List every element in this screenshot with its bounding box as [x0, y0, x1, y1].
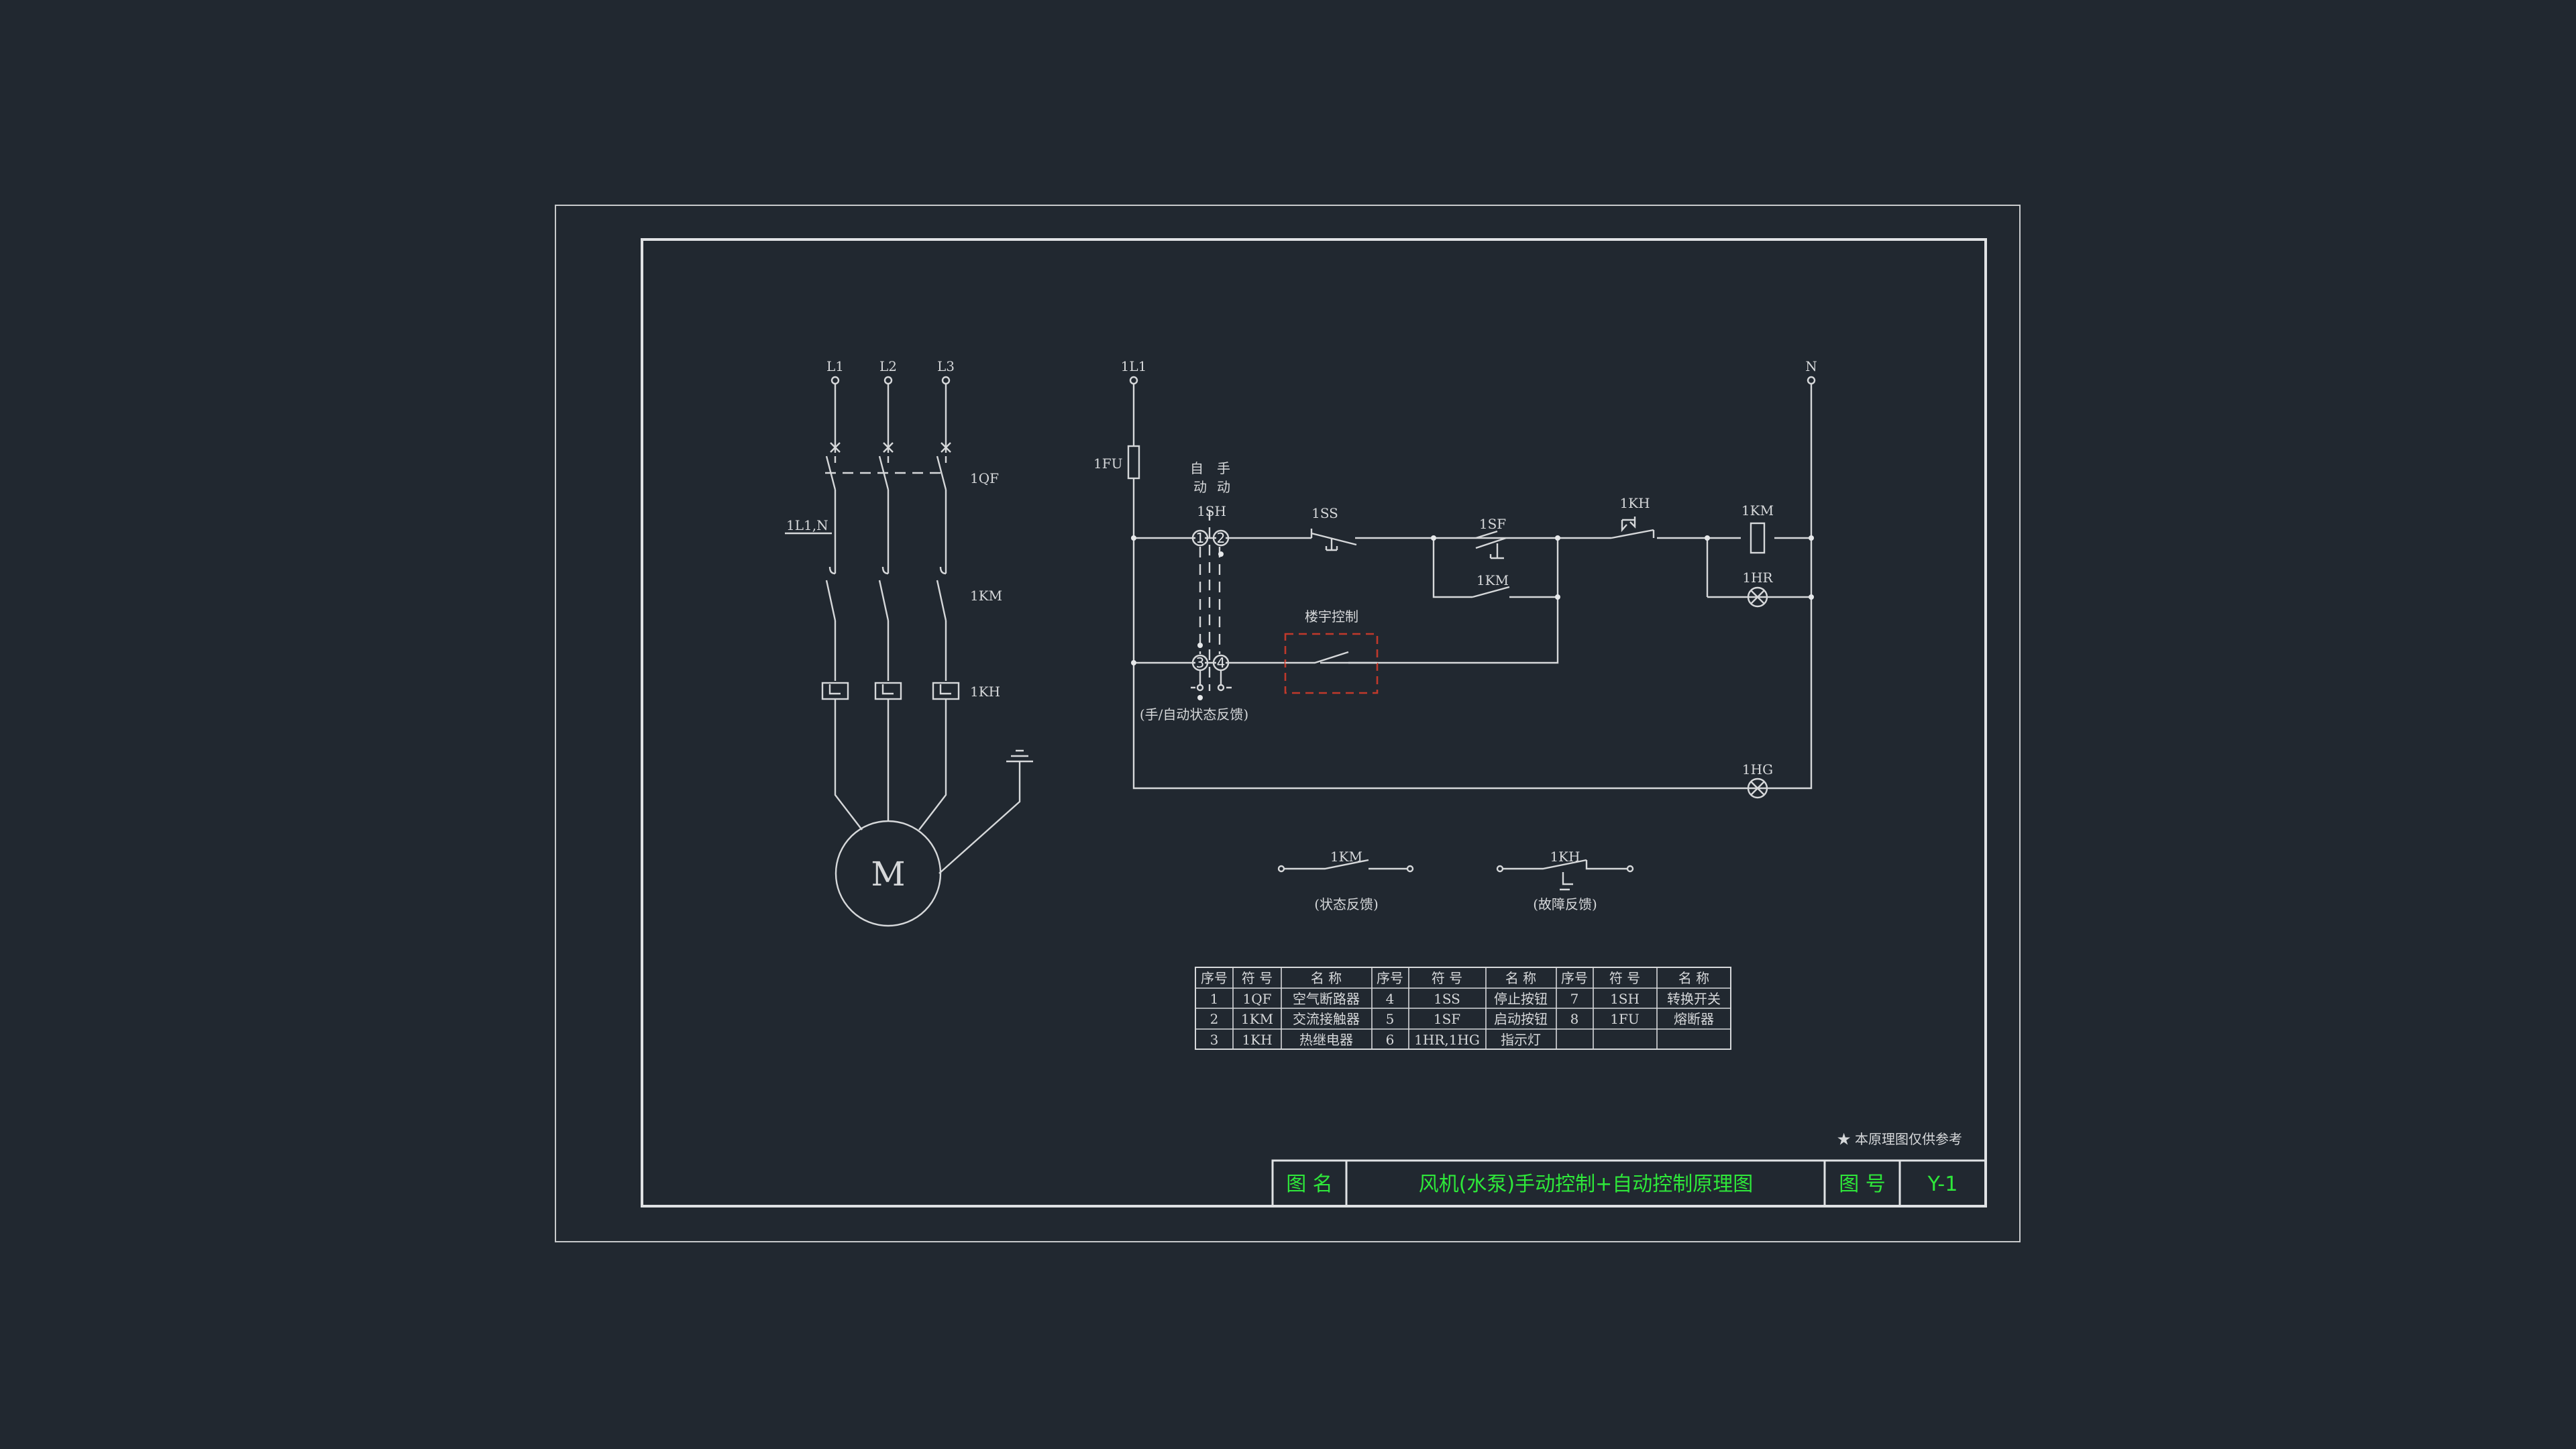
outer-frame [555, 205, 2021, 1242]
power-circuit: L1 L2 L3 1QF 1L1,N 1KM 1KH M [785, 358, 1033, 927]
terminal-l3 [941, 376, 951, 385]
title-no-label: 图 号 [1839, 1173, 1886, 1196]
qf-tap-label: 1L1,N [786, 517, 828, 533]
kh-thermal-elements [821, 682, 960, 700]
table-header-cell: 符 号 [1432, 970, 1462, 986]
table-cell: 空气断路器 [1293, 991, 1360, 1007]
lamp-1hr-label: 1HR [1742, 570, 1773, 586]
terminal-3: 3 [1196, 655, 1205, 671]
table-cell: 交流接触器 [1293, 1011, 1360, 1027]
inner-frame [641, 238, 1987, 1208]
table-cell: 转换开关 [1667, 991, 1721, 1007]
terminal-l2 [883, 376, 893, 385]
reference-note: ★ 本原理图仅供参考 [1837, 1131, 1962, 1147]
title-block: 图 名 风机(水泵)手动控制+自动控制原理图 图 号 Y-1 [1271, 1159, 1987, 1208]
table-header-cell: 序号 [1561, 970, 1588, 986]
sw-manual-label: 手 [1217, 460, 1230, 476]
stop-button-1ss [1310, 529, 1357, 551]
feedback-contacts: 1KM (状态反馈) 1KH (故障反馈) [1277, 849, 1634, 912]
control-label-n: N [1805, 358, 1817, 374]
coil-1km-label: 1KM [1741, 502, 1774, 519]
ground-icon [1006, 749, 1033, 763]
qf-label: 1QF [970, 470, 999, 486]
table-cell: 3 [1210, 1032, 1219, 1048]
sw-auto-label: 自 [1190, 460, 1203, 476]
table-cell: 1HR,1HG [1414, 1032, 1480, 1048]
km-aux-label: 1KM [1477, 572, 1509, 588]
feedback-note: (手/自动状态反馈) [1140, 706, 1248, 722]
sw-auto-label-2: 动 [1193, 479, 1207, 495]
table-header-cell: 名 称 [1311, 970, 1342, 986]
start-1sf-label: 1SF [1479, 516, 1506, 532]
table-cell: 6 [1386, 1032, 1395, 1048]
km-main-contacts [825, 580, 947, 621]
schematic: L1 L2 L3 1QF 1L1,N 1KM 1KH M 1L1 N 1FU 自… [555, 205, 2021, 1242]
km-aux-contact [1472, 586, 1558, 598]
motor-label: M [871, 855, 905, 894]
table-cell: 1QF [1243, 991, 1272, 1007]
coil-1km [1750, 522, 1766, 554]
control-label-1l1: 1L1 [1121, 358, 1147, 374]
feedback-kh-note: (故障反馈) [1533, 896, 1597, 912]
table-cell: 停止按钮 [1494, 991, 1548, 1007]
km-label: 1KM [970, 588, 1002, 604]
table-cell: 7 [1570, 991, 1579, 1007]
sw-manual-label-2: 动 [1217, 479, 1230, 495]
phase-label-l3: L3 [937, 358, 955, 374]
selector-1sh-label: 1SH [1197, 503, 1226, 519]
kh-label: 1KH [970, 684, 1000, 700]
table-cell: 热继电器 [1299, 1032, 1353, 1048]
stop-1ss-label: 1SS [1311, 505, 1338, 521]
table-cell: 1SH [1610, 991, 1640, 1007]
table-cell: 8 [1570, 1011, 1579, 1027]
table-header-cell: 序号 [1377, 970, 1403, 986]
terminal-1: 1 [1196, 530, 1205, 546]
table-cell: 1FU [1610, 1011, 1639, 1027]
table-cell: 1KH [1242, 1032, 1272, 1048]
ground-wire [938, 761, 1021, 874]
table-header-cell: 符 号 [1609, 970, 1640, 986]
table-cell: 启动按钮 [1494, 1011, 1548, 1027]
table-cell: 1SS [1434, 991, 1460, 1007]
building-control-label: 楼宇控制 [1305, 608, 1358, 625]
terminal-l1 [830, 376, 840, 385]
kh-nc-label: 1KH [1619, 495, 1650, 511]
drawing-canvas: L1 L2 L3 1QF 1L1,N 1KM 1KH M 1L1 N 1FU 自… [0, 0, 2576, 1449]
building-control-contact [1285, 651, 1377, 664]
phase-label-l2: L2 [879, 358, 897, 374]
table-cell: 1SF [1434, 1011, 1460, 1027]
drawing-title: 风机(水泵)手动控制+自动控制原理图 [1419, 1173, 1754, 1196]
table-cell: 5 [1386, 1011, 1395, 1027]
drawing-number: Y-1 [1927, 1173, 1958, 1196]
terminal-4: 4 [1217, 655, 1226, 671]
junction-dots [1131, 535, 1814, 665]
table-header-cell: 符 号 [1242, 970, 1273, 986]
table-cell: 2 [1210, 1011, 1219, 1027]
feedback-km-note: (状态反馈) [1314, 896, 1379, 912]
feedback-kh-contact [1503, 859, 1627, 891]
lamp-1hg-label: 1HG [1742, 761, 1773, 777]
table-header-cell: 名 称 [1505, 970, 1536, 986]
table-cell: 熔断器 [1674, 1011, 1714, 1027]
control-circuit: 1L1 N 1FU 自 手 动 动 1SH 1 2 3 4 (手/自动状态反馈)… [1093, 358, 1817, 799]
fuse-label: 1FU [1093, 455, 1122, 472]
table-cell: 指示灯 [1501, 1032, 1541, 1048]
terminal-2: 2 [1217, 530, 1226, 546]
component-table: 序号符 号名 称序号符 号名 称序号符 号名 称1 1QF 空气断路器 4 1SS 停止按… [1195, 967, 1731, 1050]
fuse-1fu [1127, 445, 1140, 480]
table-cell: 1 [1210, 991, 1219, 1007]
table-header-cell: 名 称 [1678, 970, 1709, 986]
phase-label-l1: L1 [826, 358, 844, 374]
table-header-cell: 序号 [1201, 970, 1228, 986]
table-cell: 4 [1386, 991, 1395, 1007]
title-name-label: 图 名 [1286, 1173, 1333, 1196]
kh-nc-contact [1611, 517, 1655, 539]
table-cell: 1KM [1241, 1011, 1273, 1027]
